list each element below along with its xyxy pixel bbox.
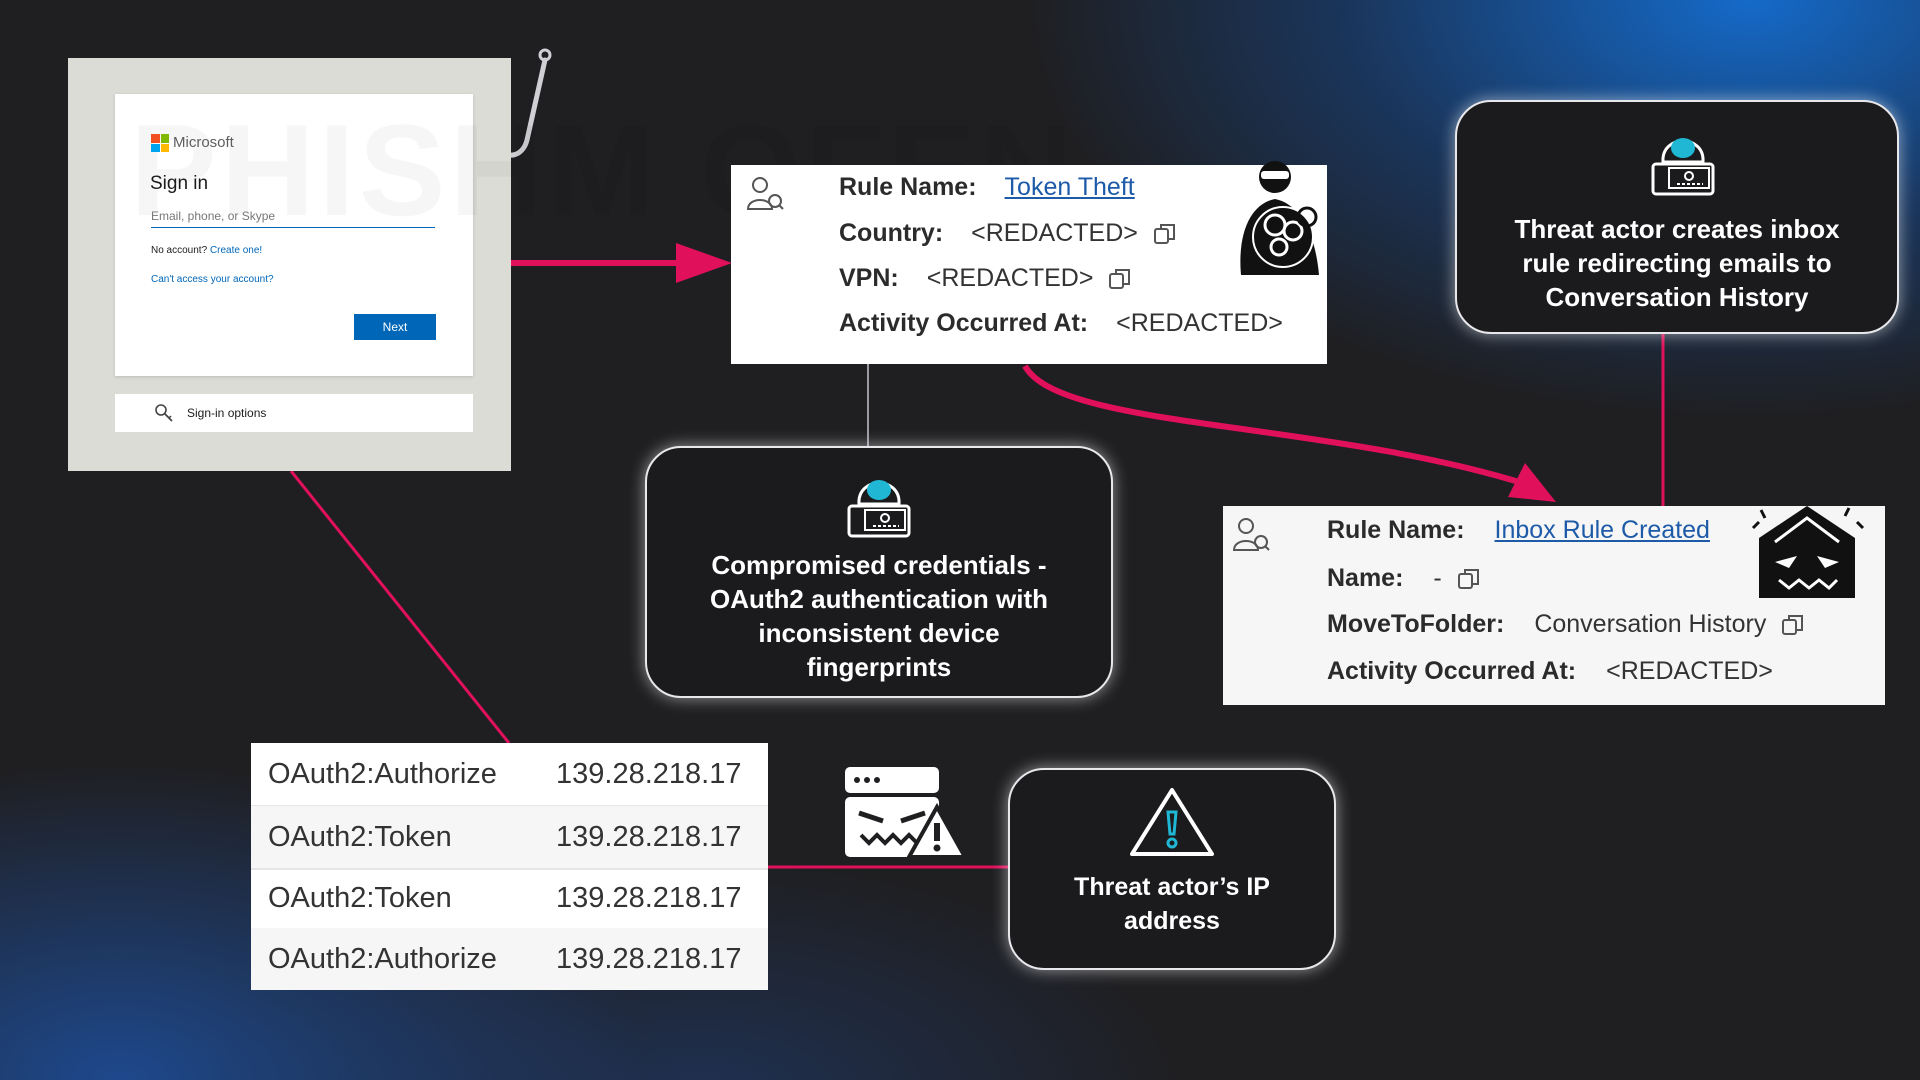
oauth-log-table: OAuth2:Authorize 139.28.218.17 OAuth2:To… — [251, 743, 768, 990]
signin-to-token-arrowhead — [676, 243, 732, 283]
ip-cell: 139.28.218.17 — [556, 881, 742, 914]
user-avatar-icon — [746, 177, 784, 210]
inbox-activity-row: Activity Occurred At: <REDACTED> — [1327, 657, 1773, 686]
signin-title: Sign in — [150, 173, 209, 194]
token-theft-rule-link[interactable]: Token Theft — [1005, 173, 1135, 202]
thief-icon — [1240, 161, 1319, 275]
move-to-folder-value: Conversation History — [1534, 610, 1767, 638]
activity-key: Activity Occurred At: — [839, 309, 1089, 337]
name-row: Name: - — [1327, 564, 1482, 593]
microsoft-logo-icon — [151, 134, 169, 152]
operation-cell: OAuth2:Authorize — [268, 757, 497, 790]
inbox-rule-card: Rule Name: Inbox Rule Created Name: - Mo… — [1223, 506, 1885, 705]
signin-options-label: Sign-in options — [187, 406, 267, 420]
search-key-icon — [155, 404, 173, 422]
ip-cell: 139.28.218.17 — [556, 820, 742, 853]
activity-value: <REDACTED> — [1116, 309, 1283, 337]
ip-cell: 139.28.218.17 — [556, 757, 742, 790]
token-theft-rule-card: Rule Name: Token Theft Country: <REDACTE… — [731, 161, 1327, 364]
vpn-key: VPN: — [839, 264, 899, 292]
hacker-icon — [847, 480, 911, 538]
signin-options-button[interactable]: Sign-in options — [115, 394, 473, 432]
country-key: Country: — [839, 219, 944, 247]
inbox-rule-created-link[interactable]: Inbox Rule Created — [1495, 516, 1710, 545]
table-row: OAuth2:Token 139.28.218.17 — [251, 867, 768, 931]
email-field[interactable] — [151, 205, 435, 228]
move-to-folder-key: MoveToFolder: — [1327, 610, 1505, 638]
table-row: OAuth2:Authorize 139.28.218.17 — [251, 928, 768, 990]
rule-name-key: Rule Name: — [839, 173, 977, 201]
operation-cell: OAuth2:Token — [268, 881, 452, 914]
rule-name-key: Rule Name: — [1327, 516, 1465, 544]
no-account-text: No account? Create one! — [151, 245, 262, 256]
vpn-row: VPN: <REDACTED> — [839, 264, 1133, 293]
next-button[interactable]: Next — [354, 314, 436, 340]
copy-icon[interactable] — [1152, 221, 1178, 247]
move-to-folder-row: MoveToFolder: Conversation History — [1327, 610, 1806, 639]
activity-value: <REDACTED> — [1606, 657, 1773, 685]
operation-cell: OAuth2:Authorize — [268, 942, 497, 975]
credentials-callout: Compromised credentials - OAuth2 authent… — [645, 446, 1113, 698]
copy-icon[interactable] — [1780, 612, 1806, 638]
country-value: <REDACTED> — [971, 219, 1138, 247]
hacker-icon — [1651, 138, 1715, 196]
ip-cell: 139.28.218.17 — [556, 942, 742, 975]
activity-row: Activity Occurred At: <REDACTED> — [839, 309, 1283, 338]
inbox-rule-callout-text: Threat actor creates inbox rule redirect… — [1514, 214, 1840, 312]
ip-address-callout-text: Threat actor’s IP address — [1074, 873, 1270, 935]
no-account-label: No account? — [151, 245, 208, 256]
inbox-rule-name-row: Rule Name: Inbox Rule Created — [1327, 516, 1710, 545]
inbox-rule-callout: Threat actor creates inbox rule redirect… — [1455, 100, 1899, 334]
create-account-link[interactable]: Create one! — [210, 245, 262, 256]
activity-key: Activity Occurred At: — [1327, 657, 1577, 685]
vpn-value: <REDACTED> — [926, 264, 1094, 292]
operation-cell: OAuth2:Token — [268, 820, 452, 853]
user-avatar-icon — [1232, 518, 1270, 551]
copy-icon[interactable] — [1107, 266, 1133, 292]
ip-address-callout: Threat actor’s IP address — [1008, 768, 1336, 970]
credentials-callout-text: Compromised credentials - OAuth2 authent… — [710, 550, 1048, 682]
warning-icon — [1130, 788, 1214, 856]
malicious-email-icon — [1751, 506, 1865, 598]
cant-access-link[interactable]: Can't access your account? — [151, 274, 274, 285]
copy-icon[interactable] — [1456, 566, 1482, 592]
country-row: Country: <REDACTED> — [839, 219, 1178, 248]
name-key: Name: — [1327, 564, 1404, 592]
table-row: OAuth2:Token 139.28.218.17 — [251, 806, 768, 870]
signin-to-table-line — [289, 470, 511, 744]
name-value: - — [1433, 564, 1442, 592]
microsoft-brand: Microsoft — [173, 134, 234, 151]
table-row: OAuth2:Authorize 139.28.218.17 — [251, 743, 768, 807]
token-rule-name-row: Rule Name: Token Theft — [839, 173, 1135, 202]
server-malware-icon — [845, 767, 967, 859]
